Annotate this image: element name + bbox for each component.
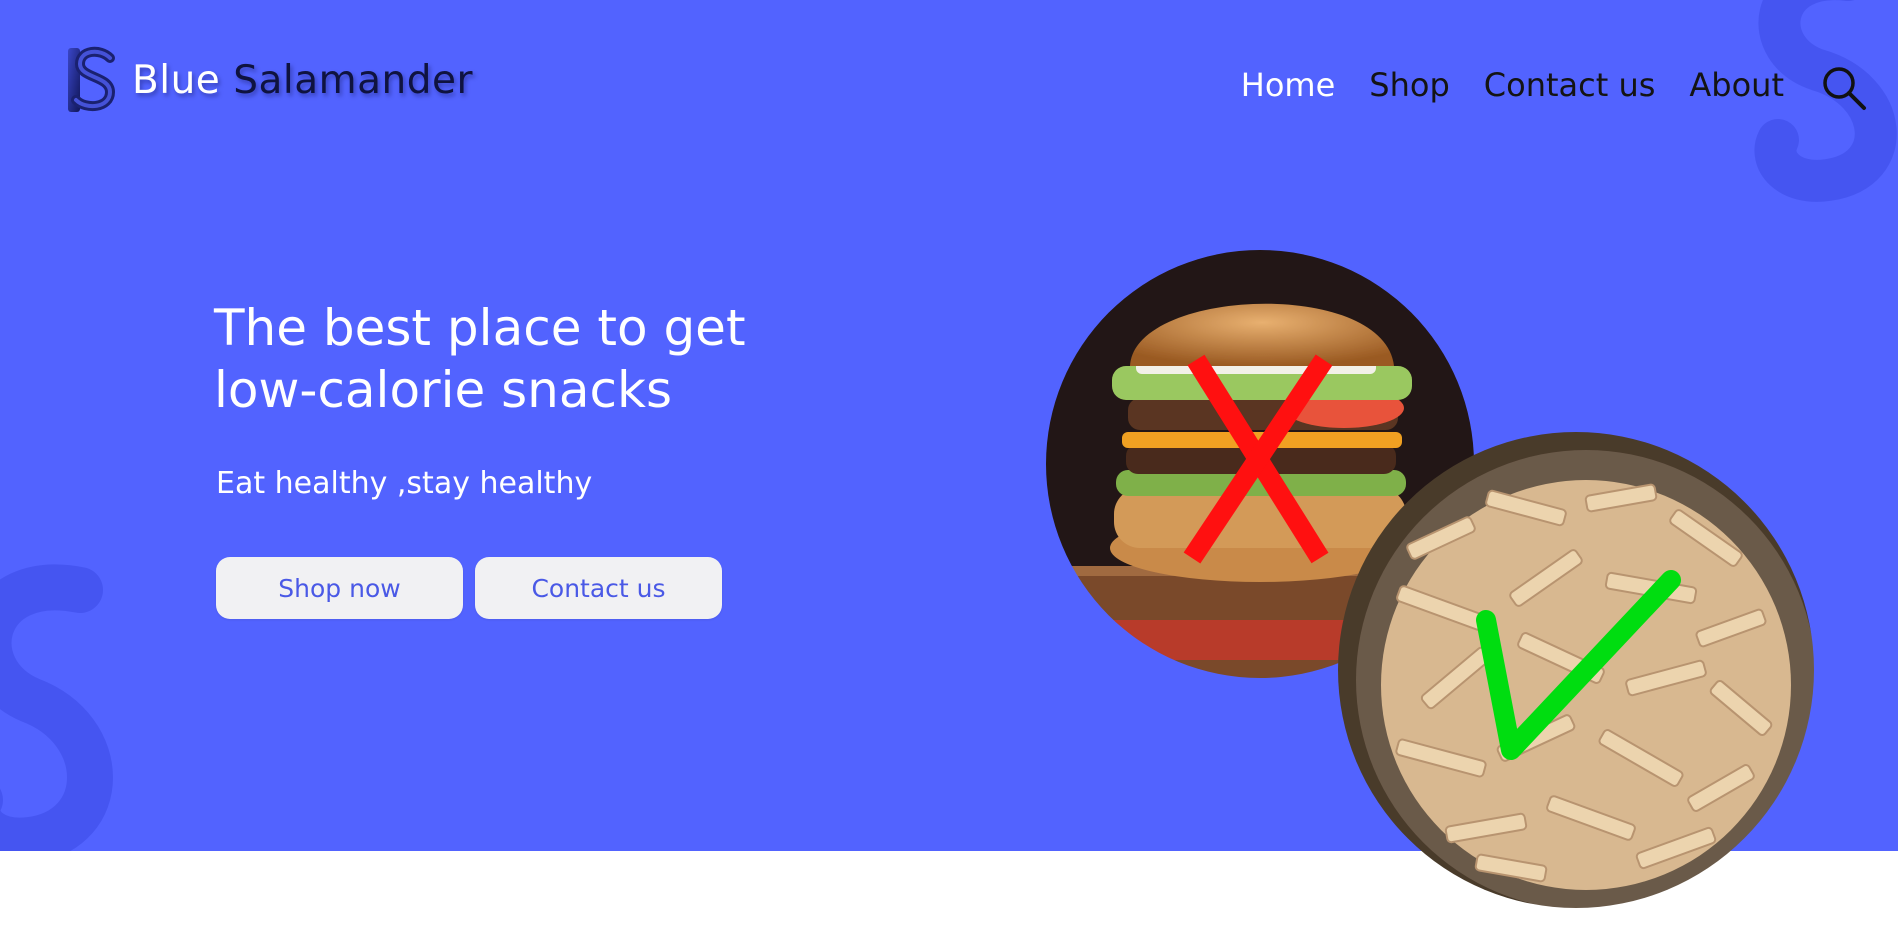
nav-shop[interactable]: Shop [1369,66,1449,104]
hero-headline: The best place to get low-calorie snacks [214,297,854,421]
shop-now-button[interactable]: Shop now [216,557,463,619]
decorative-swirl-left [0,564,113,851]
nav-about[interactable]: About [1689,66,1784,104]
contact-us-button[interactable]: Contact us [475,557,722,619]
brand-name-second: Salamander [233,57,473,103]
page: Blue Salamander Home Shop Contact us Abo… [0,0,1898,925]
main-nav: Home Shop Contact us About [1241,66,1784,104]
brand-logo[interactable]: Blue Salamander [64,44,473,116]
search-icon [1823,67,1866,110]
salamander-logo-icon [68,46,116,112]
brand-name-first: Blue [132,57,221,103]
hero-headline-line2: low-calorie snacks [214,361,673,419]
nav-contact-us[interactable]: Contact us [1484,66,1656,104]
hero-headline-line1: The best place to get [214,299,746,357]
hero-tagline: Eat healthy ,stay healthy [216,466,593,501]
search-button[interactable] [1820,64,1868,112]
nav-home[interactable]: Home [1241,66,1336,104]
decorative-swirl-top-right [1754,0,1897,202]
brand-name: Blue Salamander [132,58,473,103]
noodles-image [1338,432,1814,908]
